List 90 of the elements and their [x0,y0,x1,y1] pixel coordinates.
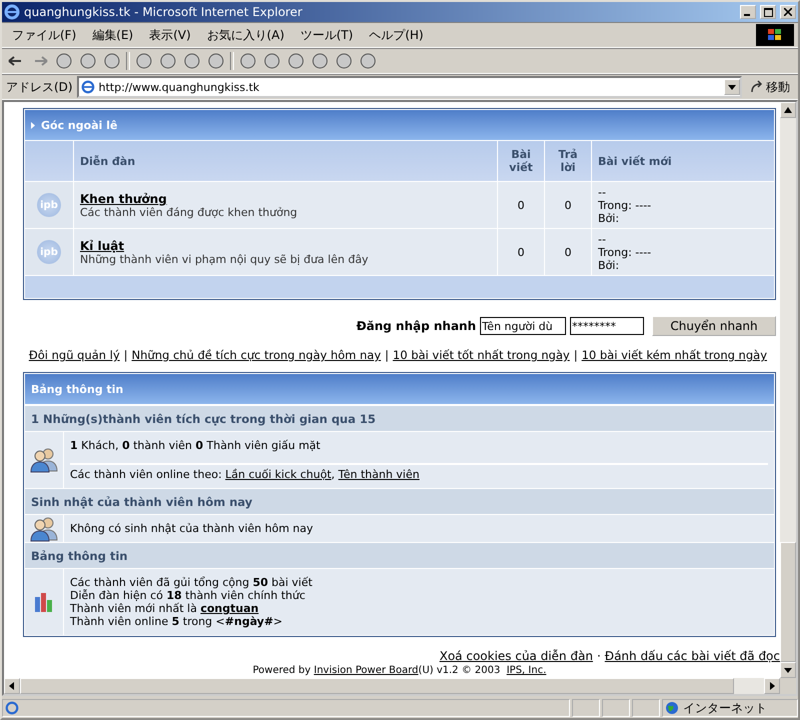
minimize-button[interactable] [740,5,756,19]
forum-icon: ipb [37,193,61,217]
menu-item[interactable]: お気に入り(A) [200,24,290,46]
close-button[interactable] [780,5,796,19]
link[interactable]: congtuan [200,602,259,615]
menu-item[interactable]: ツール(T) [294,24,360,46]
separator: | [574,348,578,362]
username-field[interactable]: Tên người dù [480,317,566,335]
column-header: Diễn đàn [74,141,497,181]
status-field [572,699,600,717]
arrow-icon [31,122,35,128]
window-title: quanghungkiss.tk - Microsoft Internet Explorer [24,5,304,19]
scroll-down-button[interactable] [780,662,796,678]
users-icon [30,447,58,473]
scroll-left-button[interactable] [4,678,20,694]
forum-icon: ipb [37,240,61,264]
info-text: Thành viên online 5 trong <#ngày#> [70,615,284,628]
go-button[interactable]: 移動 [746,78,794,96]
vertical-scrollbar[interactable] [780,102,796,678]
column-header: Bài viết [498,141,544,181]
login-button[interactable]: Chuyển nhanh [652,316,776,336]
separator: | [124,348,128,362]
last-post-text: Trong: ---- [598,198,652,212]
section-header: 1 Những(s)thành viên tích cực trong thời gian qua 15 [25,406,774,431]
link[interactable]: Đôi ngũ quản lý [28,348,120,362]
link[interactable]: IPS, Inc. [506,665,546,676]
last-post-text: -- [598,186,607,198]
link[interactable]: Lần cuối kick chuột [225,468,332,481]
separator: · [596,649,601,663]
browser-icon [4,4,20,20]
table-cell: 0 [545,182,591,228]
column-header: Trả lời [545,141,591,181]
section-header: Sinh nhật của thành viên hôm nay [25,489,774,514]
last-post-text: Trong: ---- [598,246,652,258]
table-cell: 0 [498,229,544,275]
menu-item[interactable]: ファイル(F) [6,24,82,46]
scroll-up-button[interactable] [780,102,796,118]
status-field [602,699,630,717]
info-text: 1 Khách, 0 thành viên 0 Thành viên giấu mặt [70,439,322,452]
category-title: Góc ngoài lê [41,118,118,132]
link[interactable]: Tên thành viên [338,468,420,481]
password-field[interactable]: ******** [570,317,644,335]
users-icon [30,516,58,542]
last-post-text: -- [598,232,607,246]
section-header: Bảng thông tin [25,543,774,568]
column-header [25,141,73,181]
globe-icon [665,701,679,715]
info-text: Các thành viên online theo: Lần cuối kick chuột, Tên thành viên [70,468,420,481]
arrow-icon [7,681,17,691]
status-field [632,699,660,717]
arrow-icon [783,105,793,115]
close-icon [784,8,792,16]
separator: | [384,348,389,362]
forum-description: Những thành viên vi phạm nội quy sẽ bị đưa lên đây [80,252,370,266]
arrow-icon [727,82,737,92]
bar-chart-icon [33,591,55,613]
menu-item[interactable]: 表示(V) [143,24,197,46]
table-cell: 0 [498,182,544,228]
table-cell: 0 [545,229,591,275]
forum-link[interactable]: Khen thưởng [80,192,491,206]
link[interactable]: 10 bài viết kém nhất trong ngày [582,348,767,362]
go-arrow-icon [750,80,764,94]
info-text: Không có sinh nhật của thành viên hôm nay [70,522,314,535]
link[interactable]: 10 bài viết tốt nhất trong ngày [392,348,570,362]
info-text: Các thành viên đã gủi tổng cộng 50 bài viết [70,576,314,589]
address-label: アドレス(D) [6,78,73,96]
link[interactable]: Invision Power Board [314,665,418,676]
column-header: Bài viết mới [592,141,774,181]
link[interactable]: Xoá cookies của diễn đàn [439,649,593,663]
powered-by-text: Powered by Invision Power Board(U) v1.2 © 2003 IPS, Inc. [252,665,548,676]
windows-logo [756,24,794,46]
dropdown-button[interactable] [724,79,740,95]
scroll-right-button[interactable] [764,678,780,694]
info-text: Diễn đàn hiện có 18 thành viên chính thức [70,589,306,602]
maximize-button[interactable] [760,5,776,19]
forum-link[interactable]: Kỉ luật [80,238,491,252]
forum-description: Các thành viên đáng được khen thưởng [80,206,298,218]
scroll-thumb[interactable] [780,542,796,662]
zone-text: インターネット [683,700,767,716]
menu-item[interactable]: 編集(E) [86,24,140,46]
menu-item[interactable]: ヘルプ(H) [363,24,430,46]
address-field[interactable]: http://www.quanghungkiss.tk [76,76,742,98]
login-label: Đăng nhập nhanh [356,319,476,333]
maximize-icon [764,8,772,16]
info-text: Thành viên mới nhất là congtuan [70,602,260,615]
link[interactable]: Đánh dấu các bài viết đã đọc [604,649,780,663]
board-title: Bảng thông tin [31,382,124,396]
link[interactable]: Những chủ đề tích cực trong ngày hôm nay [132,348,381,362]
last-post-text: Bởi: [598,258,620,272]
last-post-text: Bởi: [598,212,620,224]
